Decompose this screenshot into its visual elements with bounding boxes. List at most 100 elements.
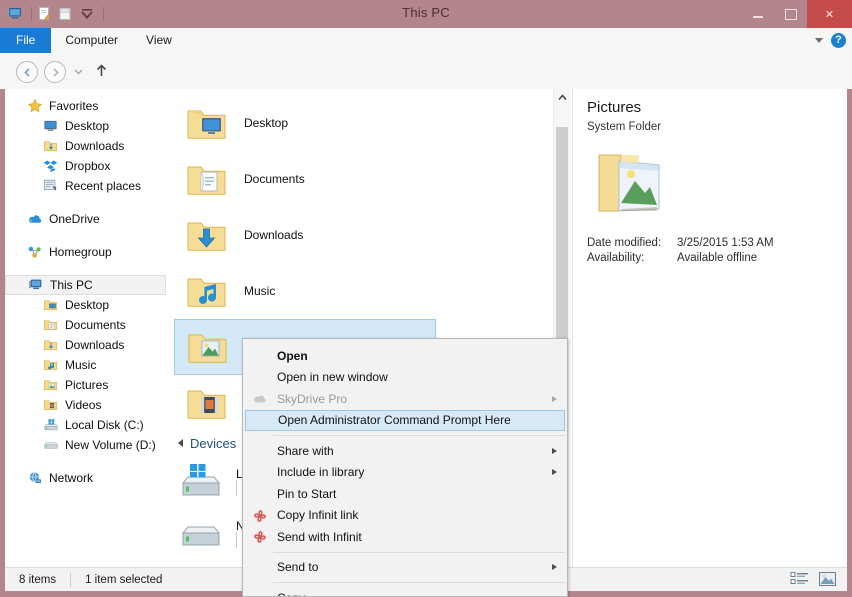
tab-file[interactable]: File bbox=[0, 28, 51, 53]
menu-item-open-administrator-command-prompt-here[interactable]: Open Administrator Command Prompt Here bbox=[245, 410, 565, 432]
videos-folder-icon bbox=[43, 397, 59, 413]
chevron-collapse-icon[interactable] bbox=[178, 439, 183, 447]
sidebar-group-onedrive[interactable]: OneDrive bbox=[5, 209, 168, 229]
infinit-icon bbox=[252, 529, 268, 545]
desktop-icon bbox=[43, 118, 59, 134]
menu-item-label: Share with bbox=[277, 444, 334, 458]
menu-item-copy-infinit-link[interactable]: Copy Infinit link bbox=[243, 505, 567, 527]
menu-separator-3 bbox=[273, 582, 565, 583]
sidebar-item-downloads-fav[interactable]: Downloads bbox=[5, 136, 168, 156]
menu-item-label: Copy Infinit link bbox=[277, 508, 358, 522]
tab-view[interactable]: View bbox=[132, 28, 186, 53]
menu-item-skydrive-pro[interactable]: SkyDrive Pro bbox=[243, 388, 567, 410]
music-folder-icon bbox=[43, 357, 59, 373]
close-button[interactable]: ✕ bbox=[807, 0, 852, 28]
scroll-up-button[interactable] bbox=[554, 89, 570, 106]
arrow-left-icon bbox=[22, 67, 33, 78]
menu-item-copy[interactable]: Copy bbox=[243, 587, 567, 597]
menu-item-label: SkyDrive Pro bbox=[277, 392, 347, 406]
back-button[interactable] bbox=[16, 61, 38, 83]
sidebar-item-dropbox[interactable]: Dropbox bbox=[5, 156, 168, 176]
sidebar-label: Downloads bbox=[65, 139, 124, 153]
sidebar-group-network[interactable]: Network bbox=[5, 468, 168, 488]
menu-item-label: Copy bbox=[277, 591, 305, 597]
sidebar-item-local-disk-c[interactable]: Local Disk (C:) bbox=[5, 415, 168, 435]
infinit-icon bbox=[252, 508, 268, 524]
ribbon-tabs: File Computer View bbox=[0, 28, 852, 53]
recent-locations-button[interactable] bbox=[70, 61, 86, 81]
forward-button[interactable] bbox=[44, 61, 66, 83]
file-item-label: Documents bbox=[244, 172, 305, 186]
dropbox-icon bbox=[43, 158, 59, 174]
sidebar-item-recent-places[interactable]: Recent places bbox=[5, 176, 168, 196]
menu-item-open-in-new-window[interactable]: Open in new window bbox=[243, 367, 567, 389]
sidebar-label: Homegroup bbox=[49, 245, 112, 259]
sidebar-item-pictures[interactable]: Pictures bbox=[5, 375, 168, 395]
file-item-documents[interactable]: Documents bbox=[174, 151, 436, 207]
menu-item-include-in-library[interactable]: Include in library bbox=[243, 462, 567, 484]
sidebar-item-music[interactable]: Music bbox=[5, 355, 168, 375]
status-divider bbox=[70, 573, 71, 587]
sidebar-item-downloads[interactable]: Downloads bbox=[5, 335, 168, 355]
homegroup-icon bbox=[27, 244, 43, 260]
submenu-arrow-icon bbox=[552, 448, 557, 454]
menu-item-send-to[interactable]: Send to bbox=[243, 557, 567, 579]
window-controls: ✕ bbox=[741, 0, 852, 28]
sidebar-label: Recent places bbox=[65, 179, 141, 193]
menu-item-pin-to-start[interactable]: Pin to Start bbox=[243, 483, 567, 505]
file-item-desktop[interactable]: Desktop bbox=[174, 95, 436, 151]
file-item-music[interactable]: Music bbox=[174, 263, 436, 319]
chevron-down-icon bbox=[74, 67, 83, 76]
sidebar-spacer-4 bbox=[5, 455, 168, 468]
videos-folder-icon bbox=[186, 382, 228, 424]
menu-item-label: Open bbox=[277, 349, 308, 363]
documents-folder-icon bbox=[43, 317, 59, 333]
network-icon bbox=[27, 470, 43, 486]
status-selection: 1 item selected bbox=[85, 574, 162, 586]
context-menu[interactable]: Open Open in new window SkyDrive Pro Ope… bbox=[242, 338, 568, 597]
music-folder-icon bbox=[186, 270, 228, 312]
chevron-down-icon[interactable] bbox=[815, 38, 823, 43]
sidebar-label: Videos bbox=[65, 398, 101, 412]
scrollbar-thumb[interactable] bbox=[556, 127, 568, 365]
up-button[interactable] bbox=[92, 61, 110, 81]
sidebar-group-homegroup[interactable]: Homegroup bbox=[5, 242, 168, 262]
this-pc-icon bbox=[28, 277, 44, 293]
ribbon-right-controls: ? bbox=[815, 28, 846, 53]
sidebar-item-new-volume-d[interactable]: New Volume (D:) bbox=[5, 435, 168, 455]
sidebar-item-this-pc[interactable]: This PC bbox=[5, 275, 166, 295]
large-icons-view-button[interactable] bbox=[818, 571, 837, 588]
maximize-button[interactable] bbox=[774, 0, 807, 28]
details-row: Date modified: 3/25/2015 1:53 AM bbox=[587, 237, 833, 249]
sidebar-item-documents[interactable]: Documents bbox=[5, 315, 168, 335]
menu-item-send-with-infinit[interactable]: Send with Infinit bbox=[243, 526, 567, 548]
sidebar-label: New Volume (D:) bbox=[65, 438, 156, 452]
sidebar-item-desktop[interactable]: Desktop bbox=[5, 295, 168, 315]
file-item-label: Music bbox=[244, 284, 275, 298]
details-value: Available offline bbox=[677, 252, 757, 264]
downloads-folder-icon bbox=[43, 138, 59, 154]
menu-item-share-with[interactable]: Share with bbox=[243, 440, 567, 462]
arrow-up-icon bbox=[95, 64, 108, 78]
windows-drive-icon bbox=[180, 461, 222, 501]
desktop-folder-icon bbox=[43, 297, 59, 313]
details-view-button[interactable] bbox=[790, 571, 809, 588]
tab-computer[interactable]: Computer bbox=[51, 28, 132, 53]
sidebar-item-desktop-fav[interactable]: Desktop bbox=[5, 116, 168, 136]
pictures-folder-icon bbox=[187, 326, 229, 368]
minimize-button[interactable] bbox=[741, 0, 774, 28]
file-item-label: Desktop bbox=[244, 116, 288, 130]
menu-item-open[interactable]: Open bbox=[243, 345, 567, 367]
menu-item-label: Send to bbox=[277, 560, 318, 574]
file-item-downloads[interactable]: Downloads bbox=[174, 207, 436, 263]
status-view-buttons bbox=[790, 571, 837, 588]
details-key: Availability: bbox=[587, 252, 677, 264]
sidebar-group-favorites[interactable]: Favorites bbox=[5, 96, 168, 116]
sidebar-item-videos[interactable]: Videos bbox=[5, 395, 168, 415]
submenu-arrow-icon bbox=[552, 396, 557, 402]
details-subtitle: System Folder bbox=[587, 121, 833, 133]
title-bar: This PC ✕ bbox=[0, 0, 852, 28]
file-explorer-window: This PC ✕ File Computer View ? bbox=[0, 0, 852, 597]
help-icon[interactable]: ? bbox=[831, 33, 846, 48]
sidebar-spacer-2 bbox=[5, 229, 168, 242]
